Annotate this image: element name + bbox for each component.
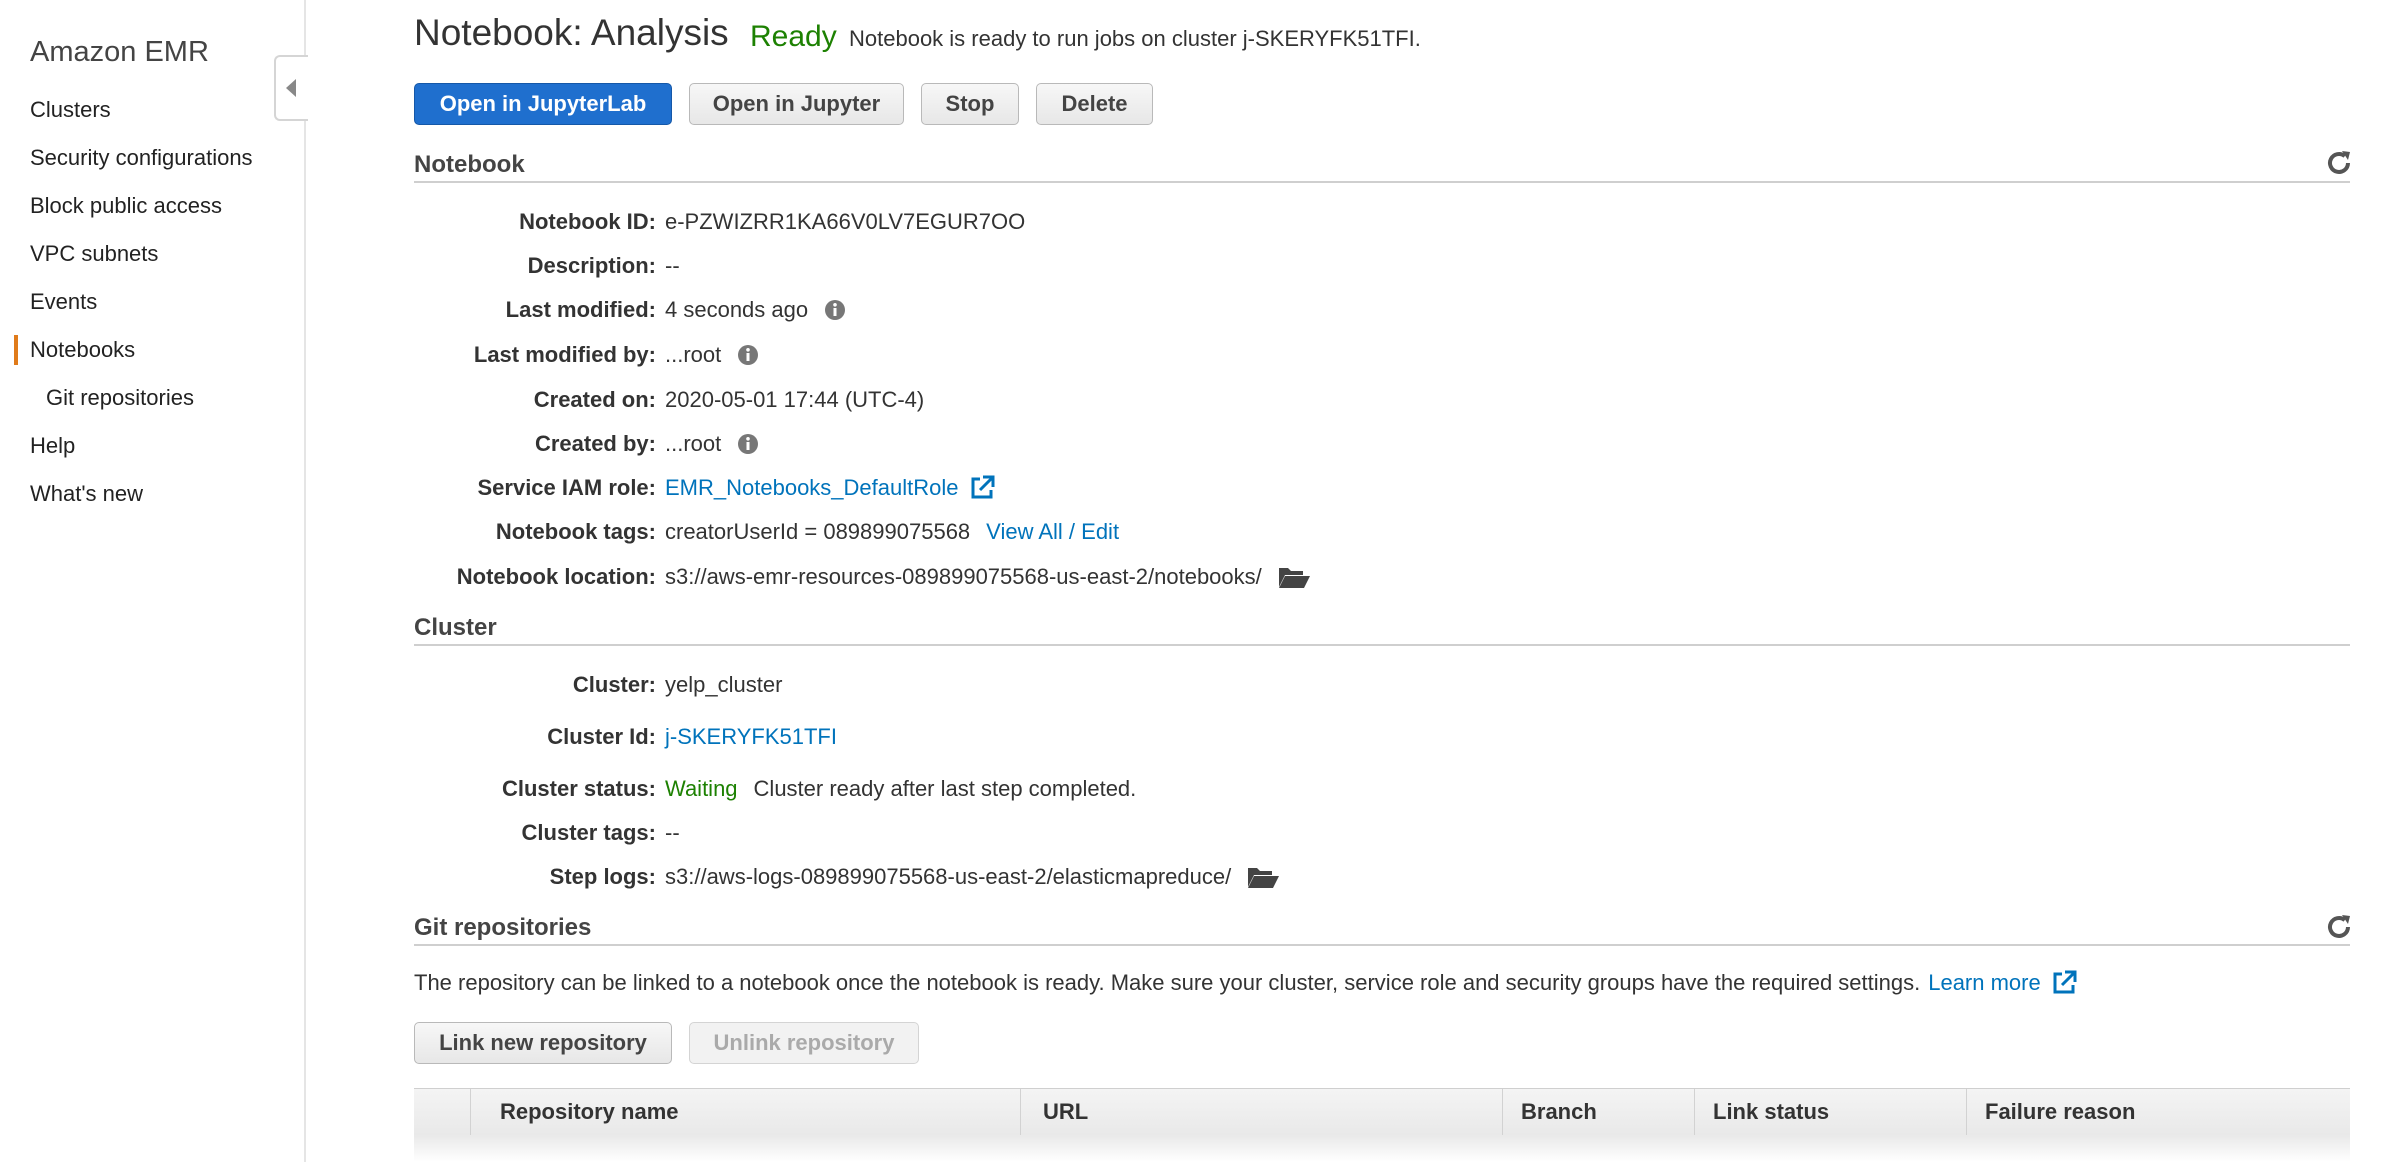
description-text: --: [665, 253, 680, 278]
sidebar-item-git-repositories[interactable]: Git repositories: [46, 383, 194, 413]
table-body: [414, 1135, 2350, 1162]
created-on-label: Created on:: [533, 387, 656, 412]
link-new-repository-button[interactable]: Link new repository: [414, 1022, 672, 1064]
cluster-status-value: Waiting Cluster ready after last step co…: [665, 776, 1136, 802]
step-logs-text: s3://aws-logs-089899075568-us-east-2/ela…: [665, 864, 1232, 889]
service-role-label: Service IAM role:: [477, 475, 656, 500]
cluster-name-text: yelp_cluster: [665, 672, 783, 697]
service-role-value: EMR_Notebooks_DefaultRole: [665, 475, 995, 501]
sidebar-item-clusters[interactable]: Clusters: [30, 95, 111, 125]
cluster-id-label: Cluster Id:: [547, 724, 656, 749]
last-modified-label: Last modified:: [505, 297, 656, 322]
cluster-id-value: j-SKERYFK51TFI: [665, 724, 837, 750]
git-info-message: The repository can be linked to a notebo…: [414, 970, 2077, 996]
last-modified-text: 4 seconds ago: [665, 297, 809, 322]
notebook-location-text: s3://aws-emr-resources-089899075568-us-e…: [665, 564, 1262, 589]
notebook-id-text: e-PZWIZRR1KA66V0LV7EGUR7OO: [665, 209, 1026, 234]
info-icon[interactable]: [737, 433, 759, 455]
view-all-edit-tags-link[interactable]: View All / Edit: [986, 519, 1119, 545]
notebook-tags-label: Notebook tags:: [495, 519, 656, 544]
sidebar-item-notebooks[interactable]: Notebooks: [13, 335, 135, 365]
column-header-failure-reason[interactable]: Failure reason: [1966, 1089, 2350, 1135]
notebook-status-message: Notebook is ready to run jobs on cluster…: [849, 26, 1421, 51]
created-by-text: ...root: [665, 431, 722, 456]
open-jupyterlab-button[interactable]: Open in JupyterLab: [414, 83, 672, 125]
notebook-location-value: s3://aws-emr-resources-089899075568-us-e…: [665, 564, 1310, 590]
sidebar-item-security-configurations[interactable]: Security configurations: [30, 143, 253, 173]
step-logs-label: Step logs:: [549, 864, 656, 889]
sidebar-item-whats-new[interactable]: What's new: [30, 479, 143, 509]
section-divider: [414, 181, 2350, 183]
created-on-value: 2020-05-01 17:44 (UTC-4): [665, 387, 924, 413]
section-divider: [414, 644, 2350, 646]
git-info-text: The repository can be linked to a notebo…: [414, 970, 1921, 995]
external-link-icon[interactable]: [2051, 970, 2077, 996]
cluster-tags-label: Cluster tags:: [521, 820, 656, 845]
sidebar-collapse-button[interactable]: [274, 55, 308, 121]
stop-button[interactable]: Stop: [921, 83, 1019, 125]
info-icon[interactable]: [824, 299, 846, 321]
last-modified-value: 4 seconds ago: [665, 297, 846, 323]
unlink-repository-button[interactable]: Unlink repository: [689, 1022, 919, 1064]
notebook-location-label: Notebook location:: [456, 564, 656, 589]
info-icon[interactable]: [737, 344, 759, 366]
sidebar-brand: Amazon EMR: [30, 36, 209, 68]
column-header-repository-name[interactable]: Repository name: [470, 1089, 1034, 1135]
service-role-link[interactable]: EMR_Notebooks_DefaultRole: [665, 475, 959, 501]
cluster-status-label: Cluster status:: [501, 776, 656, 801]
learn-more-link[interactable]: Learn more: [1928, 970, 2041, 996]
last-modified-by-value: ...root: [665, 342, 759, 368]
created-on-text: 2020-05-01 17:44 (UTC-4): [665, 387, 925, 412]
refresh-icon[interactable]: [2324, 148, 2354, 178]
cluster-label: Cluster:: [572, 672, 656, 697]
folder-open-icon[interactable]: [1247, 865, 1280, 889]
repositories-table-header: Repository name URL Branch Link status F…: [414, 1088, 2350, 1136]
notebook-tags-text: creatorUserId = 089899075568: [665, 519, 971, 544]
sidebar: Amazon EMR Clusters Security configurati…: [0, 0, 306, 1162]
external-link-icon[interactable]: [969, 475, 995, 501]
cluster-tags-value: --: [665, 820, 680, 846]
sidebar-item-help[interactable]: Help: [30, 431, 75, 461]
page-title: Notebook: Analysis: [414, 12, 729, 53]
notebook-id-value: e-PZWIZRR1KA66V0LV7EGUR7OO: [665, 209, 1025, 235]
description-value: --: [665, 253, 680, 279]
cluster-id-link[interactable]: j-SKERYFK51TFI: [665, 724, 837, 750]
cluster-status-message: Cluster ready after last step completed.: [753, 776, 1137, 801]
refresh-icon[interactable]: [2324, 912, 2354, 942]
select-column-header[interactable]: [414, 1089, 470, 1135]
notebook-id-label: Notebook ID:: [519, 209, 656, 234]
created-by-label: Created by:: [534, 431, 656, 456]
description-label: Description:: [527, 253, 656, 278]
notebook-tags-value: creatorUserId = 089899075568 View All / …: [665, 519, 1119, 545]
sidebar-item-vpc-subnets[interactable]: VPC subnets: [30, 239, 158, 269]
notebook-section-title: Notebook: [414, 151, 525, 178]
delete-button[interactable]: Delete: [1036, 83, 1153, 125]
cluster-status-badge: Waiting: [665, 776, 738, 801]
last-modified-by-text: ...root: [665, 342, 722, 367]
cluster-value: yelp_cluster: [665, 672, 782, 698]
section-divider: [414, 944, 2350, 946]
created-by-value: ...root: [665, 431, 759, 457]
git-section-title: Git repositories: [414, 914, 592, 941]
open-jupyter-button[interactable]: Open in Jupyter: [689, 83, 904, 125]
notebook-status: Ready: [750, 20, 837, 53]
sidebar-item-block-public-access[interactable]: Block public access: [30, 191, 222, 221]
column-header-url[interactable]: URL: [1020, 1089, 1502, 1135]
last-modified-by-label: Last modified by:: [473, 342, 656, 367]
column-header-link-status[interactable]: Link status: [1694, 1089, 1966, 1135]
cluster-tags-text: --: [665, 820, 680, 845]
sidebar-item-events[interactable]: Events: [30, 287, 97, 317]
folder-open-icon[interactable]: [1278, 565, 1310, 589]
step-logs-value: s3://aws-logs-089899075568-us-east-2/ela…: [665, 864, 1280, 890]
cluster-section-title: Cluster: [414, 614, 497, 641]
column-header-branch[interactable]: Branch: [1502, 1089, 1694, 1135]
